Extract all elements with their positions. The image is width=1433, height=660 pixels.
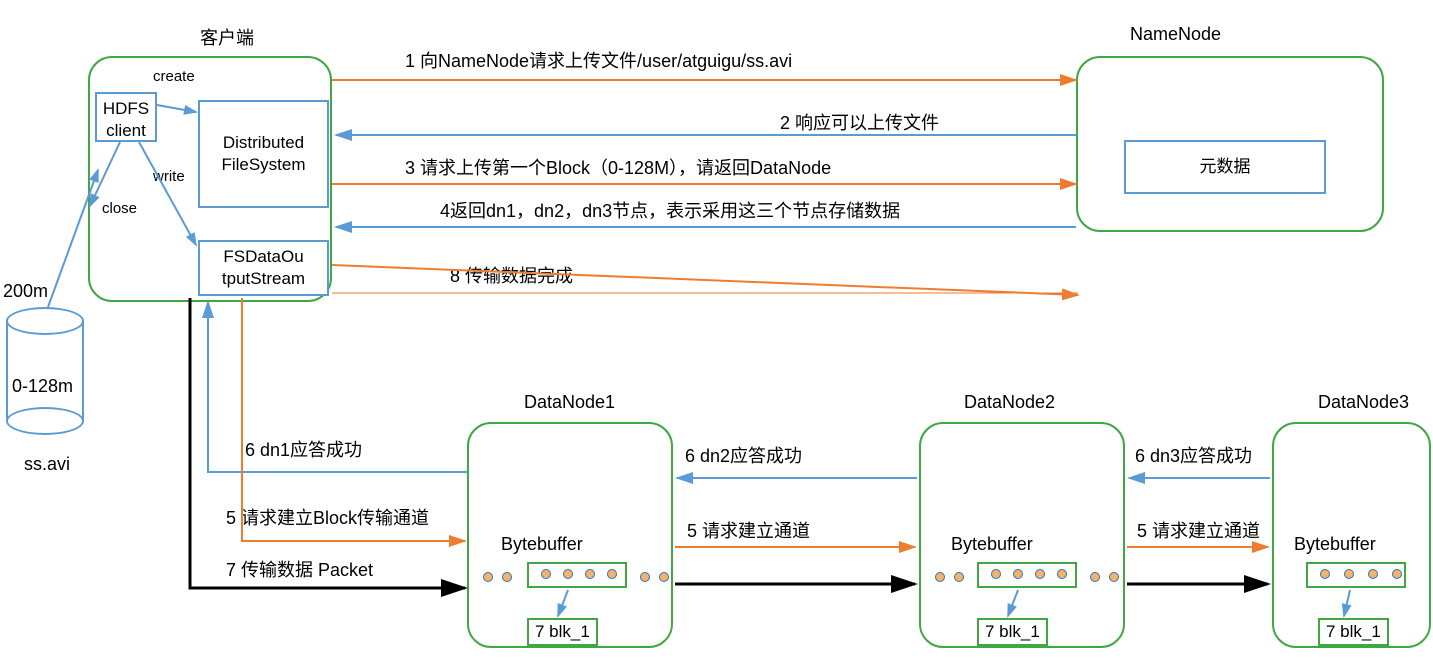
dot-icon: [483, 572, 493, 582]
distributed-fs-label: Distributed FileSystem: [221, 132, 305, 176]
dot-icon: [1090, 572, 1100, 582]
dot-icon: [640, 572, 650, 582]
datanode1-title: DataNode1: [524, 392, 615, 413]
datanode2-bytebuffer-label: Bytebuffer: [951, 534, 1033, 555]
packet-label: 7 传输数据 Packet: [226, 556, 373, 582]
msg-2: 2 响应可以上传文件: [780, 109, 939, 135]
dn2-req: 5 请求建立通道: [687, 517, 810, 543]
datanode3-bytebuffer-label: Bytebuffer: [1294, 534, 1376, 555]
dot-icon: [1109, 572, 1119, 582]
dot-icon: [1392, 569, 1402, 579]
datanode3-blk: 7 blk_1: [1318, 618, 1389, 646]
datanode2-blk: 7 blk_1: [977, 618, 1048, 646]
msg-4: 4返回dn1，dn2，dn3节点，表示采用这三个节点存储数据: [440, 197, 900, 223]
dn3-ack: 6 dn3应答成功: [1135, 442, 1252, 468]
file-size: 200m: [3, 281, 48, 302]
dot-icon: [541, 569, 551, 579]
metadata-box: 元数据: [1124, 140, 1326, 194]
file-name: ss.avi: [24, 454, 70, 475]
file-block: 0-128m: [12, 376, 73, 397]
dot-icon: [659, 572, 669, 582]
dot-icon: [935, 572, 945, 582]
dot-icon: [563, 569, 573, 579]
datanode1-bytebuffer-label: Bytebuffer: [501, 534, 583, 555]
datanode3-title: DataNode3: [1318, 392, 1409, 413]
cylinder-body: [6, 321, 84, 421]
client-title: 客户端: [200, 24, 254, 50]
datanode2-title: DataNode2: [964, 392, 1055, 413]
msg-8: 8 传输数据完成: [450, 262, 573, 288]
output-stream-label: FSDataOu tputStream: [222, 247, 305, 288]
dot-icon: [1013, 569, 1023, 579]
dot-icon: [991, 569, 1001, 579]
dot-icon: [1368, 569, 1378, 579]
datanode2-blk-label: 7 blk_1: [985, 622, 1040, 641]
dot-icon: [1344, 569, 1354, 579]
hdfs-client: HDFS client: [95, 92, 157, 142]
dot-icon: [1320, 569, 1330, 579]
msg-3: 3 请求上传第一个Block（0-128M），请返回DataNode: [405, 154, 831, 180]
datanode3-blk-label: 7 blk_1: [1326, 622, 1381, 641]
dn1-req: 5 请求建立Block传输通道: [226, 504, 429, 530]
dot-icon: [1057, 569, 1067, 579]
dot-icon: [954, 572, 964, 582]
datanode1-blk-label: 7 blk_1: [535, 622, 590, 641]
dn3-req: 5 请求建立通道: [1137, 517, 1260, 543]
dot-icon: [1035, 569, 1045, 579]
distributed-fs: Distributed FileSystem: [198, 100, 329, 208]
create-label: create: [153, 68, 195, 85]
close-label: close: [102, 200, 137, 217]
dot-icon: [607, 569, 617, 579]
hdfs-client-label: HDFS client: [103, 99, 149, 140]
dn1-ack: 6 dn1应答成功: [245, 436, 362, 462]
output-stream: FSDataOu tputStream: [198, 240, 329, 296]
cylinder-bottom: [6, 407, 84, 435]
metadata-label: 元数据: [1200, 156, 1251, 178]
datanode1-blk: 7 blk_1: [527, 618, 598, 646]
msg-1: 1 向NameNode请求上传文件/user/atguigu/ss.avi: [405, 47, 792, 73]
dot-icon: [502, 572, 512, 582]
namenode-title: NameNode: [1130, 24, 1221, 45]
dn2-ack: 6 dn2应答成功: [685, 442, 802, 468]
write-label: write: [153, 168, 185, 185]
dot-icon: [585, 569, 595, 579]
